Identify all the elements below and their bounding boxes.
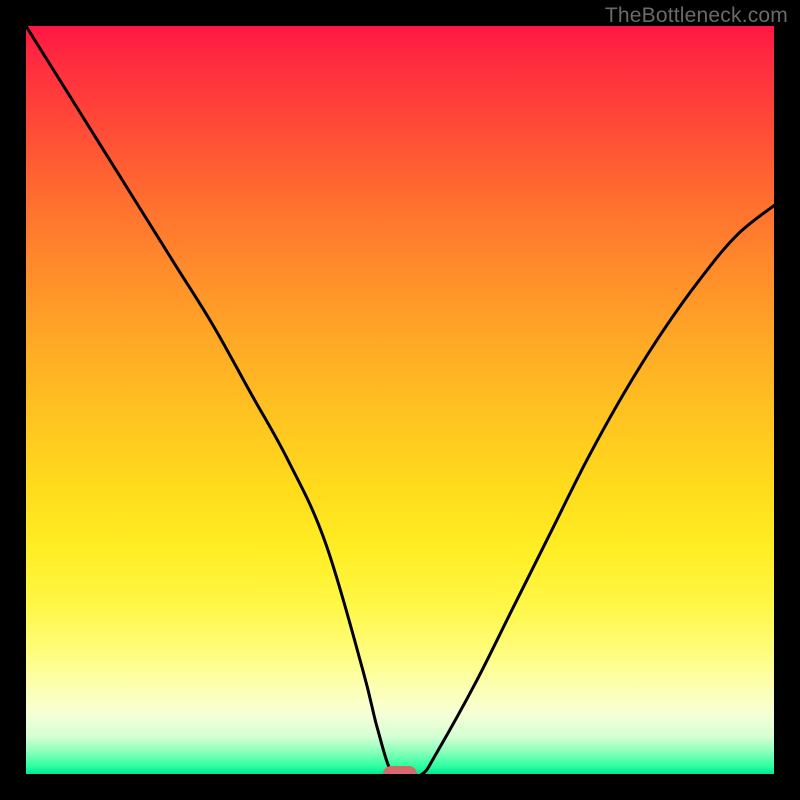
curve-layer [26, 26, 774, 774]
watermark-text: TheBottleneck.com [605, 4, 788, 28]
bottleneck-curve [26, 26, 774, 774]
plot-area [26, 26, 774, 774]
optimal-marker [383, 766, 417, 774]
chart-frame: TheBottleneck.com [0, 0, 800, 800]
